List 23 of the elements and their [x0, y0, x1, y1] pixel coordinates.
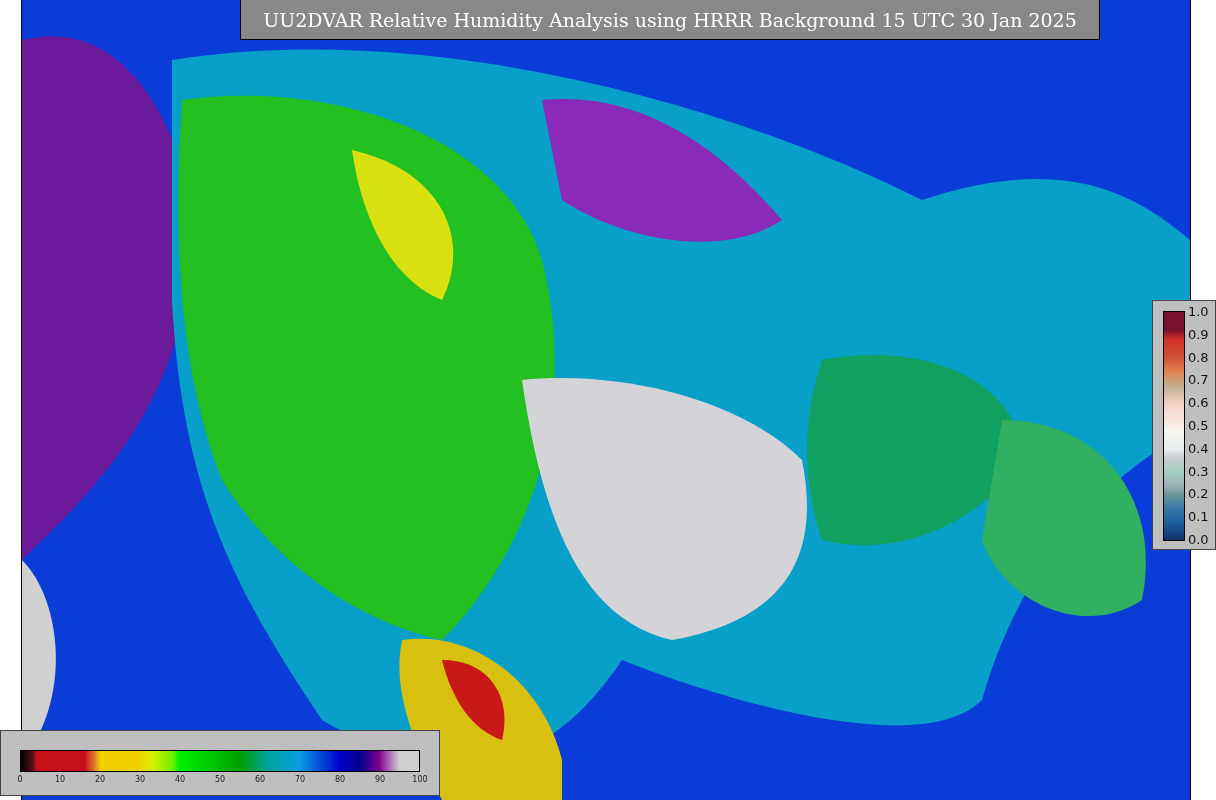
- tick-label: 90: [374, 775, 386, 784]
- tick-label: 1.0: [1187, 303, 1209, 319]
- tick-label: 0.1: [1187, 508, 1209, 524]
- tick-label: 30: [134, 775, 146, 784]
- tick-label: 0.8: [1187, 349, 1209, 365]
- tick-label: 50: [214, 775, 226, 784]
- tick-label: 0.5: [1187, 417, 1209, 433]
- tick-label: 0.6: [1187, 394, 1209, 410]
- tick-label: 80: [334, 775, 346, 784]
- tick-label: 0.2: [1187, 485, 1209, 501]
- tick-label: 0.4: [1187, 440, 1209, 456]
- tick-label: 0.0: [1187, 531, 1209, 547]
- tick-label: 20: [94, 775, 106, 784]
- tick-label: 100: [412, 775, 428, 784]
- tick-label: 40: [174, 775, 186, 784]
- tick-label: 0: [17, 775, 23, 784]
- tick-label: 0.7: [1187, 371, 1209, 387]
- tick-label: 60: [254, 775, 266, 784]
- tick-label: 0.9: [1187, 326, 1209, 342]
- map-title: UU2DVAR Relative Humidity Analysis using HRRR Background 15 UTC 30 Jan 2025: [240, 0, 1100, 40]
- tick-label: 10: [54, 775, 66, 784]
- tick-label: 70: [294, 775, 306, 784]
- tick-label: 0.3: [1187, 463, 1209, 479]
